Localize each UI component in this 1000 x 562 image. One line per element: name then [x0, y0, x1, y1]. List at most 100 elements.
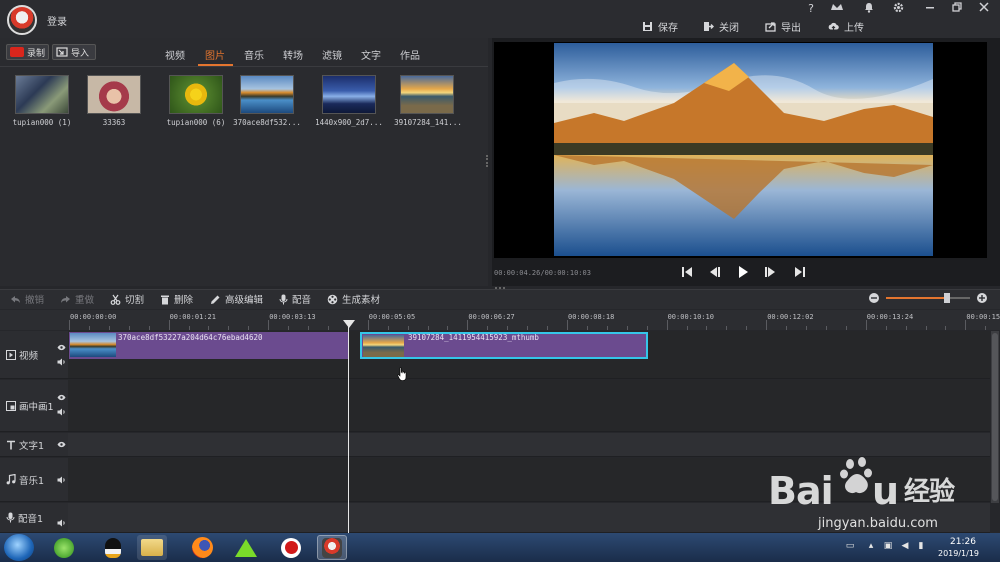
step-forward-icon[interactable] [764, 265, 778, 279]
tab-text[interactable]: 文字 [361, 47, 381, 62]
taskbar-app-qq[interactable] [98, 535, 128, 560]
ruler-tick [865, 320, 867, 330]
play-icon [6, 349, 16, 360]
ruler-minor-tick [786, 326, 788, 330]
track-text[interactable] [68, 433, 990, 457]
playhead-handle[interactable] [343, 320, 355, 328]
media-thumbnail[interactable] [322, 75, 376, 114]
tray-volume-icon[interactable]: ◀ [900, 541, 910, 551]
panel-splitter[interactable] [486, 155, 488, 167]
ruler-tick [965, 320, 967, 330]
tab-transitions[interactable]: 转场 [283, 47, 303, 62]
zoom-slider-track[interactable] [886, 297, 970, 299]
skip-end-icon[interactable] [793, 265, 807, 279]
track-pip[interactable] [68, 380, 990, 432]
tab-works[interactable]: 作品 [400, 47, 420, 62]
advanced-edit-button[interactable]: 高级编辑 [210, 293, 263, 306]
scissors-icon [110, 294, 121, 305]
zoom-slider-handle[interactable] [943, 293, 950, 303]
clock-time[interactable]: 21:26 [950, 537, 976, 547]
ruler-tick [367, 320, 369, 330]
media-thumbnail[interactable] [15, 75, 69, 114]
taskbar-app-recorder[interactable] [276, 535, 306, 560]
visibility-eye-icon[interactable] [57, 394, 66, 401]
timeline-scrollbar-thumb[interactable] [992, 333, 998, 501]
step-back-icon[interactable] [707, 265, 721, 279]
film-reel-icon [327, 294, 338, 304]
taskbar-app-firefox[interactable] [187, 535, 217, 560]
preview-image [554, 43, 933, 256]
ruler-minor-tick [327, 326, 329, 330]
tray-keyboard-icon[interactable]: ▭ [845, 541, 855, 551]
ruler-corner [0, 310, 68, 330]
playhead-line[interactable] [348, 321, 349, 534]
taskbar-app-explorer[interactable] [137, 535, 167, 560]
cut-button[interactable]: 切割 [110, 293, 144, 306]
ruler-minor-tick [746, 326, 748, 330]
tray-arrow-icon[interactable]: ▴ [866, 541, 876, 551]
volume-icon[interactable] [57, 358, 66, 366]
track-header-pip[interactable]: 画中画1 [0, 380, 68, 432]
track-header-dub[interactable]: 配音1 [0, 503, 68, 533]
dub-button[interactable]: 配音 [279, 293, 311, 306]
taskbar-app-video-editor[interactable] [317, 535, 347, 560]
play-icon[interactable] [736, 265, 750, 279]
tab-filters[interactable]: 滤镜 [322, 47, 342, 62]
tab-video[interactable]: 视频 [165, 47, 185, 62]
trash-icon [161, 295, 169, 304]
media-thumbnail[interactable] [240, 75, 294, 114]
start-button[interactable] [4, 534, 34, 561]
export-button[interactable]: 导出 [765, 18, 801, 34]
track-header-video[interactable]: 视频 [0, 331, 68, 379]
tray-signal-icon[interactable]: ▮ [916, 541, 926, 551]
ruler-tick [666, 320, 668, 330]
close-icon[interactable] [975, 2, 993, 16]
record-button[interactable]: 录制 [6, 44, 49, 60]
upload-button[interactable]: 上传 [828, 18, 864, 34]
ruler-minor-tick [686, 326, 688, 330]
volume-icon[interactable] [57, 476, 66, 484]
tray-network-icon[interactable]: ▣ [883, 541, 893, 551]
generate-material-button[interactable]: 生成素材 [327, 293, 380, 306]
zoom-out-button[interactable] [869, 293, 879, 303]
svg-text:Bai: Bai [768, 469, 833, 513]
ruler-tick [467, 320, 469, 330]
taskbar-app-browser[interactable] [49, 535, 79, 560]
ruler-tick-label: 00:00:05:05 [368, 313, 416, 321]
ruler-tick-label: 00:00:15: [966, 313, 1000, 321]
delete-button[interactable]: 删除 [160, 293, 193, 306]
media-thumbnail[interactable] [87, 75, 141, 114]
close-project-button[interactable]: 关闭 [703, 18, 739, 34]
vip-icon[interactable] [828, 2, 846, 16]
save-button[interactable]: 保存 [642, 18, 678, 34]
visibility-eye-icon[interactable] [57, 344, 66, 351]
zoom-in-button[interactable] [977, 293, 987, 303]
help-icon[interactable]: ? [802, 2, 820, 16]
undo-button[interactable]: 撤销 [10, 293, 44, 306]
redo-button[interactable]: 重做 [60, 293, 94, 306]
ruler-minor-tick [626, 326, 628, 330]
media-item-name: tupian000 (6) [166, 118, 226, 127]
gear-icon[interactable] [889, 2, 907, 16]
visibility-eye-icon[interactable] [57, 441, 66, 448]
media-thumbnail[interactable] [169, 75, 223, 114]
user-avatar[interactable] [7, 5, 37, 35]
taskbar-app-media[interactable] [231, 535, 261, 560]
volume-icon[interactable] [57, 519, 66, 527]
bell-icon[interactable] [860, 2, 878, 16]
login-link[interactable]: 登录 [47, 13, 67, 28]
volume-icon[interactable] [57, 408, 66, 416]
tab-music[interactable]: 音乐 [244, 47, 264, 62]
tab-images[interactable]: 图片 [205, 47, 225, 62]
minimize-icon[interactable] [921, 2, 939, 16]
restore-icon[interactable] [948, 2, 966, 16]
skip-start-icon[interactable] [680, 265, 694, 279]
clock-date[interactable]: 2019/1/19 [938, 549, 979, 558]
green-sync-icon [54, 537, 74, 558]
timeline-toolbar [0, 289, 1000, 309]
editor-app-icon [322, 537, 342, 558]
save-icon [643, 21, 652, 31]
import-button[interactable]: 导入 [52, 44, 96, 60]
media-thumbnail[interactable] [400, 75, 454, 114]
media-item-name: tupian000 (1) [12, 118, 72, 127]
